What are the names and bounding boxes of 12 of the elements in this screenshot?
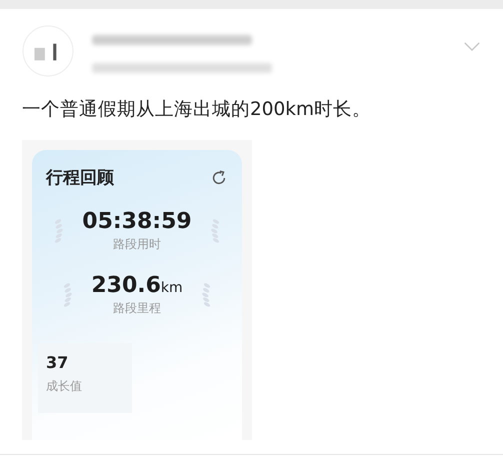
growth-value: 37 — [46, 353, 70, 372]
stat-label: 路段里程 — [113, 300, 161, 317]
chevron-down-icon[interactable] — [463, 41, 481, 52]
card-title: 行程回顾 — [46, 167, 114, 189]
post-text: 一个普通假期从上海出城的200km时长。 — [22, 98, 372, 122]
growth-label: 成长值 — [46, 378, 83, 395]
refresh-icon[interactable] — [210, 168, 228, 186]
stat-value: 05:38:59 — [82, 209, 192, 234]
stat-label: 路段用时 — [112, 236, 161, 253]
image-frame[interactable]: 行程回顾 05:38:59 路段用时 230.6km 路段里程 37 成长值 — [22, 140, 252, 440]
stat-value: 230.6km — [91, 273, 183, 298]
avatar[interactable] — [22, 25, 74, 77]
